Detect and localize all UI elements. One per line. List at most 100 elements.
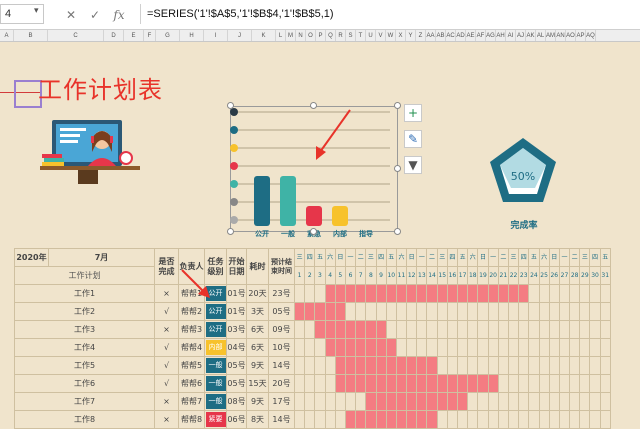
column-letter[interactable]: AO <box>566 30 576 41</box>
day-slot[interactable] <box>344 302 357 321</box>
day-slot[interactable] <box>507 356 520 375</box>
day-slot[interactable] <box>416 374 428 393</box>
day-slot[interactable] <box>355 320 367 339</box>
column-letter[interactable]: S <box>346 30 356 41</box>
resize-handle[interactable] <box>310 228 317 235</box>
resize-handle[interactable] <box>227 228 234 235</box>
day-slot[interactable] <box>324 392 336 411</box>
task-name[interactable]: 工作2 <box>14 302 155 321</box>
day-cell[interactable]: 8 <box>365 266 377 285</box>
day-slot[interactable] <box>314 374 326 393</box>
day-slot[interactable] <box>507 320 520 339</box>
column-letter[interactable]: AC <box>446 30 456 41</box>
day-slot[interactable] <box>528 320 540 339</box>
column-letter[interactable]: Q <box>326 30 336 41</box>
day-slot[interactable] <box>446 320 459 339</box>
weekday-cell[interactable]: 五 <box>599 248 611 267</box>
end-date[interactable]: 09号 <box>268 320 295 339</box>
owner-cell[interactable]: 帮帮4 <box>178 338 205 357</box>
day-slot[interactable] <box>406 392 418 411</box>
day-slot[interactable] <box>293 302 306 321</box>
column-letter[interactable]: F <box>144 30 156 41</box>
header-start[interactable]: 开始日期 <box>226 248 247 285</box>
day-slot[interactable] <box>375 392 387 411</box>
day-slot[interactable] <box>467 374 479 393</box>
day-slot[interactable] <box>599 356 611 375</box>
day-slot[interactable] <box>548 356 560 375</box>
day-slot[interactable] <box>497 392 509 411</box>
day-cell[interactable]: 24 <box>528 266 540 285</box>
day-slot[interactable] <box>599 302 611 321</box>
day-slot[interactable] <box>497 356 509 375</box>
end-date[interactable]: 20号 <box>268 374 295 393</box>
day-slot[interactable] <box>467 284 479 303</box>
day-slot[interactable] <box>395 392 408 411</box>
day-slot[interactable] <box>548 392 560 411</box>
fx-icon[interactable]: fx <box>110 6 128 24</box>
day-slot[interactable] <box>324 284 336 303</box>
day-slot[interactable] <box>467 302 479 321</box>
duration-cell[interactable]: 9天 <box>246 356 269 375</box>
end-date[interactable]: 14号 <box>268 356 295 375</box>
day-slot[interactable] <box>589 338 601 357</box>
done-status[interactable]: √ <box>154 374 179 393</box>
day-slot[interactable] <box>538 338 550 357</box>
day-slot[interactable] <box>569 374 581 393</box>
column-letter[interactable]: AE <box>466 30 476 41</box>
day-slot[interactable] <box>446 302 459 321</box>
day-slot[interactable] <box>446 392 459 411</box>
column-letter[interactable]: X <box>396 30 406 41</box>
day-slot[interactable] <box>538 356 550 375</box>
duration-cell[interactable]: 6天 <box>246 320 269 339</box>
task-name[interactable]: 工作7 <box>14 392 155 411</box>
day-slot[interactable] <box>569 302 581 321</box>
day-slot[interactable] <box>528 284 540 303</box>
day-slot[interactable] <box>558 338 571 357</box>
day-slot[interactable] <box>355 374 367 393</box>
day-slot[interactable] <box>314 392 326 411</box>
day-slot[interactable] <box>334 284 346 303</box>
day-slot[interactable] <box>589 374 601 393</box>
day-slot[interactable] <box>579 302 591 321</box>
column-letter[interactable]: R <box>336 30 346 41</box>
cancel-icon[interactable]: ✕ <box>62 6 80 24</box>
day-cell[interactable]: 18 <box>467 266 479 285</box>
owner-cell[interactable]: 帮帮7 <box>178 392 205 411</box>
day-slot[interactable] <box>436 338 448 357</box>
start-date[interactable]: 08号 <box>226 392 247 411</box>
column-letter[interactable]: AK <box>526 30 536 41</box>
day-slot[interactable] <box>518 320 530 339</box>
confirm-icon[interactable]: ✓ <box>86 6 104 24</box>
day-slot[interactable] <box>497 320 509 339</box>
weekday-cell[interactable]: 日 <box>334 248 346 267</box>
day-slot[interactable] <box>538 302 550 321</box>
day-slot[interactable] <box>477 320 489 339</box>
day-slot[interactable] <box>456 392 469 411</box>
day-slot[interactable] <box>467 338 479 357</box>
day-slot[interactable] <box>456 356 469 375</box>
column-letter[interactable]: AQ <box>586 30 596 41</box>
header-done[interactable]: 是否完成 <box>154 248 179 285</box>
day-slot[interactable] <box>334 320 346 339</box>
day-cell[interactable]: 12 <box>406 266 418 285</box>
day-slot[interactable] <box>436 284 448 303</box>
day-slot[interactable] <box>487 302 499 321</box>
day-slot[interactable] <box>365 338 377 357</box>
day-slot[interactable] <box>385 356 397 375</box>
day-slot[interactable] <box>538 320 550 339</box>
resize-handle[interactable] <box>394 102 401 109</box>
day-cell[interactable]: 26 <box>548 266 560 285</box>
column-letter[interactable]: T <box>356 30 366 41</box>
day-slot[interactable] <box>507 374 520 393</box>
day-slot[interactable] <box>293 320 306 339</box>
header-end[interactable]: 预计结束时间 <box>268 248 295 285</box>
bar-公开[interactable] <box>254 176 270 226</box>
day-slot[interactable] <box>416 320 428 339</box>
worksheet[interactable]: 工作计划表 公开一般紧急内部指导 + ✎ ▼ 50% <box>0 42 640 429</box>
day-slot[interactable] <box>599 338 611 357</box>
column-letter[interactable]: Z <box>416 30 426 41</box>
day-slot[interactable] <box>324 320 336 339</box>
level-cell[interactable]: 公开 <box>204 302 227 321</box>
day-slot[interactable] <box>416 338 428 357</box>
done-status[interactable]: × <box>154 320 179 339</box>
